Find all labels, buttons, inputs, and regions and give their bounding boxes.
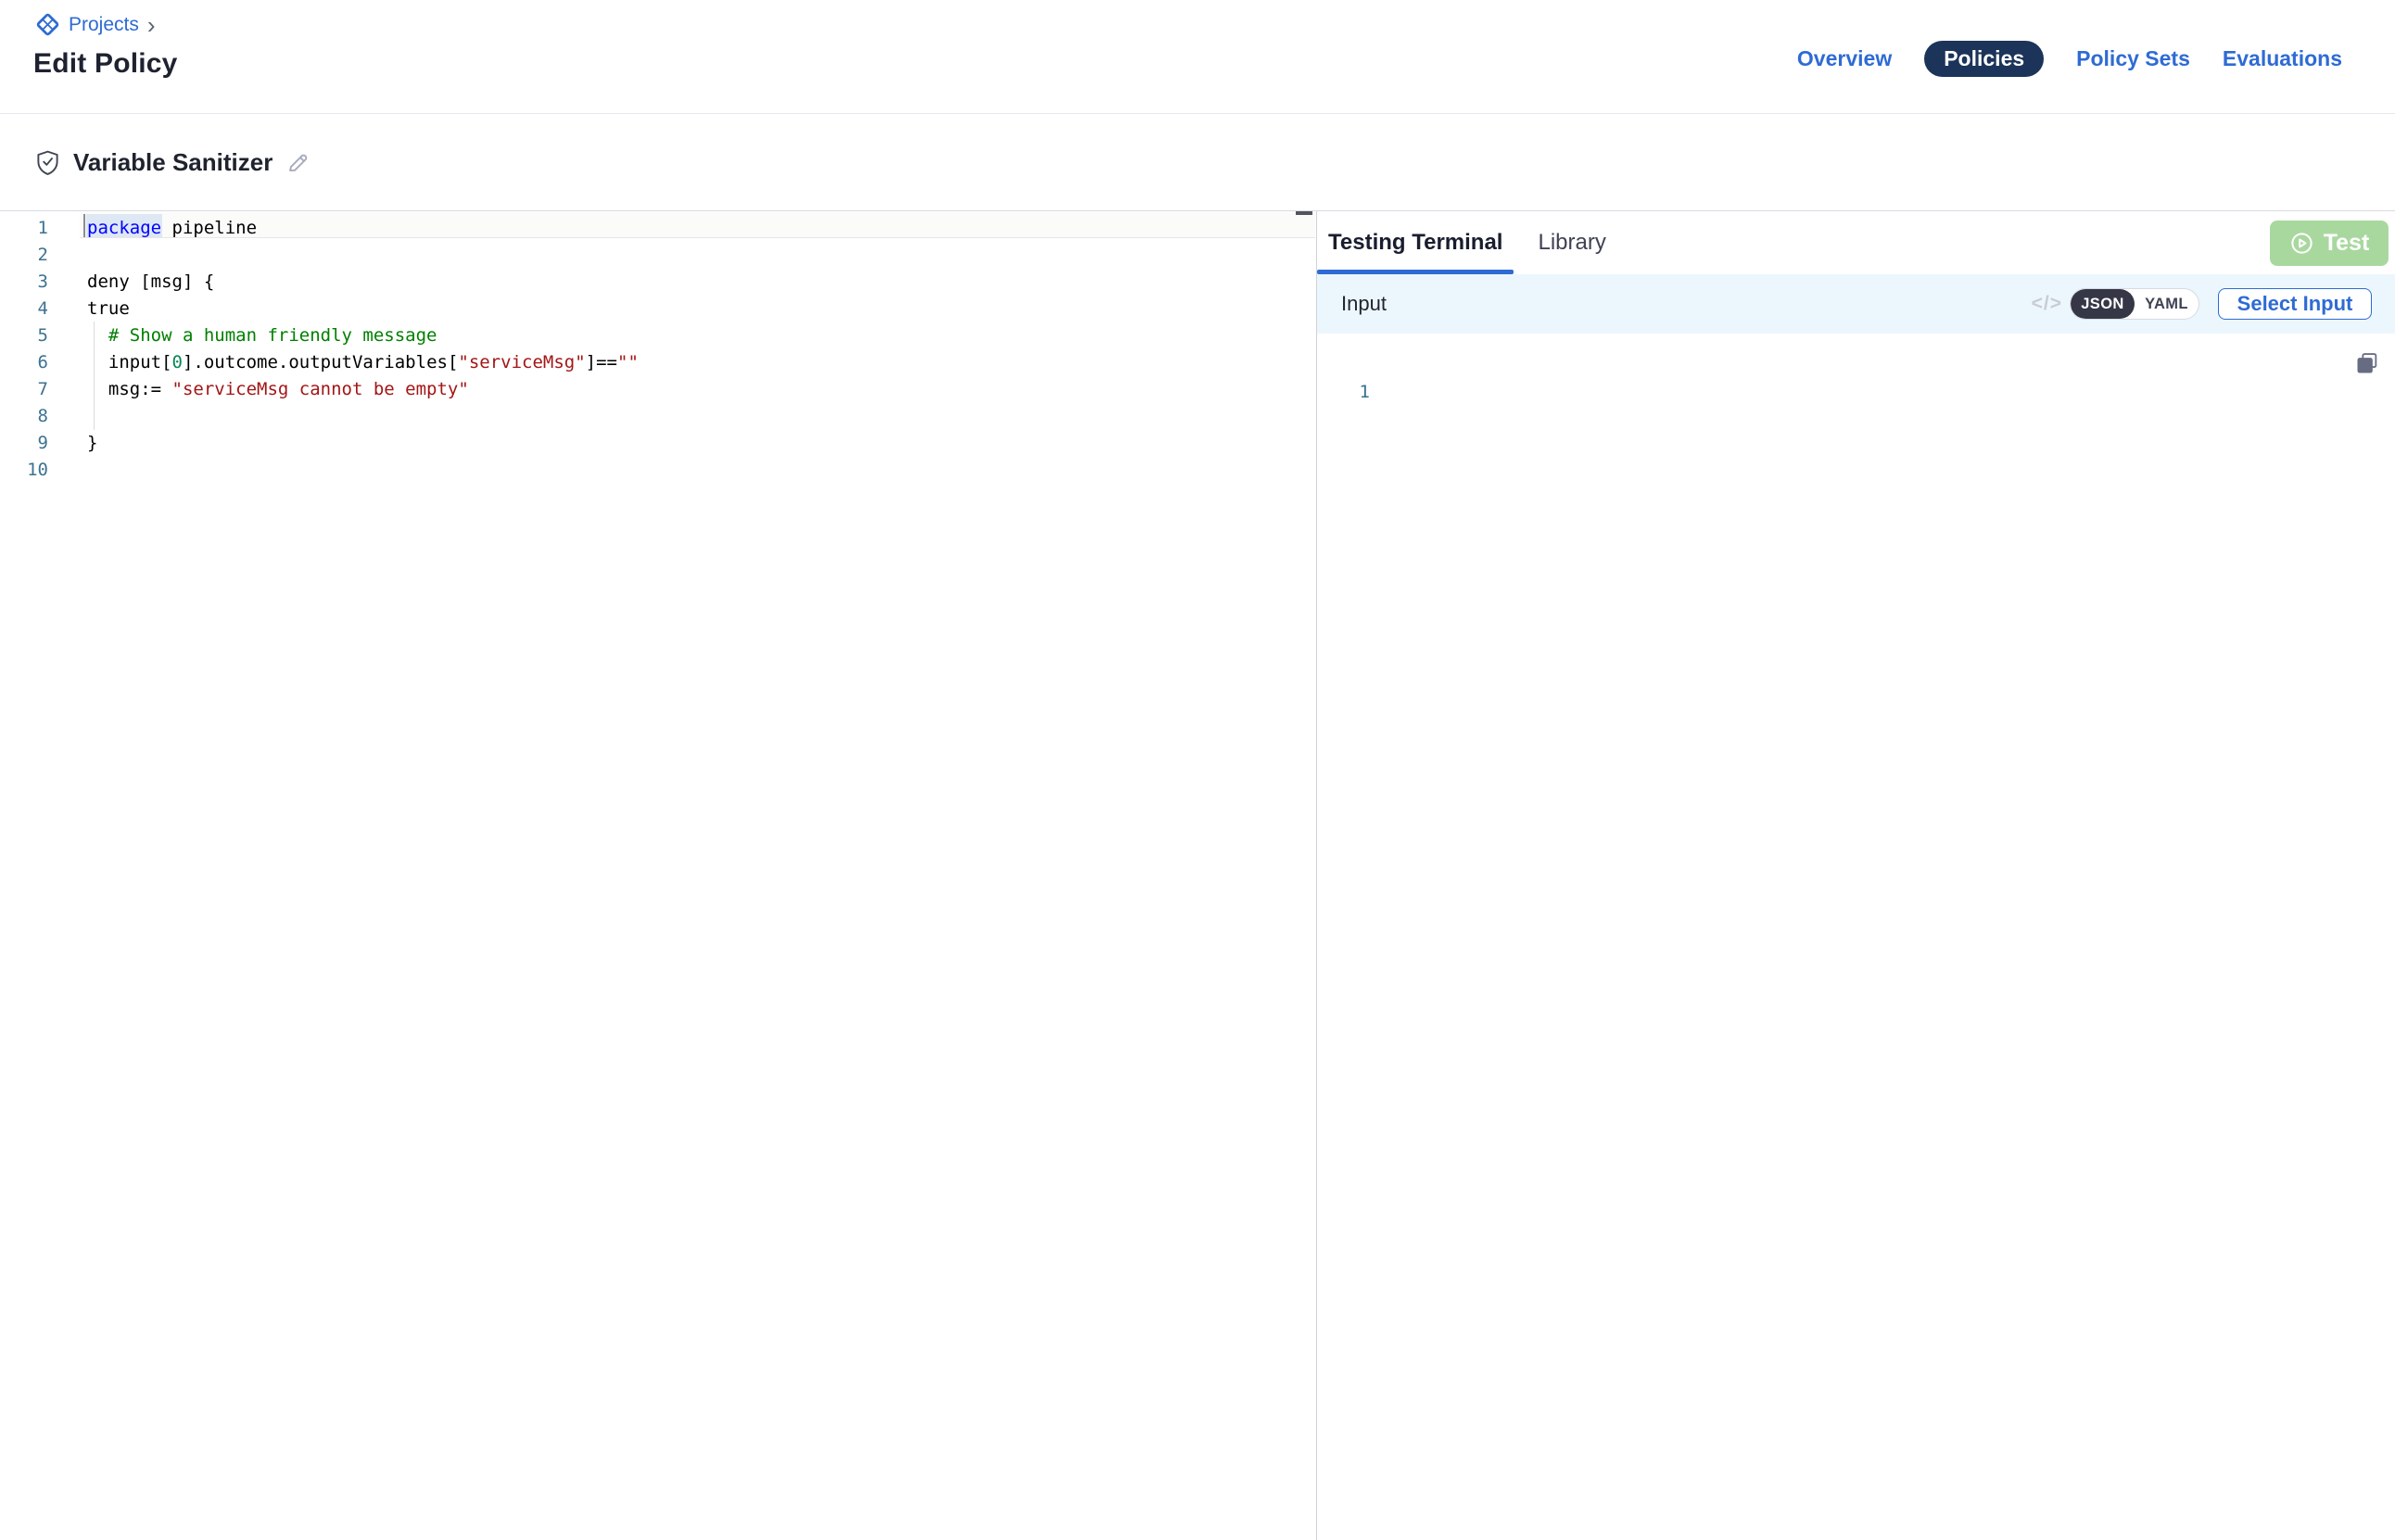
nav-tabs: Overview Policies Policy Sets Evaluation… <box>1797 41 2342 77</box>
line-number: 7 <box>0 376 48 403</box>
page-title: Edit Policy <box>33 48 178 80</box>
line-number: 1 <box>0 215 48 242</box>
line-number: 2 <box>0 242 48 269</box>
shield-check-icon <box>35 149 60 177</box>
format-toggle[interactable]: JSON YAML <box>2070 288 2199 320</box>
app-header: Projects › Edit Policy Overview Policies… <box>0 0 2395 114</box>
policy-title-group: Variable Sanitizer <box>35 114 310 211</box>
line-number: 4 <box>0 296 48 322</box>
code-line[interactable]: # Show a human friendly message <box>87 322 639 349</box>
tab-evaluations[interactable]: Evaluations <box>2223 46 2342 71</box>
code-gutter: 12345678910 <box>0 215 48 484</box>
code-line[interactable]: msg:= "serviceMsg cannot be empty" <box>87 376 639 403</box>
line-number: 3 <box>0 269 48 296</box>
tab-policies[interactable]: Policies <box>1924 41 2044 77</box>
overview-ruler-mark <box>1296 211 1312 215</box>
line-number: 5 <box>0 322 48 349</box>
copy-icon[interactable] <box>2354 350 2380 376</box>
tab-overview[interactable]: Overview <box>1797 46 1892 71</box>
format-option-yaml[interactable]: YAML <box>2135 289 2199 319</box>
line-number: 10 <box>0 457 48 484</box>
breadcrumb: Projects › <box>35 12 156 37</box>
projects-diamond-icon <box>35 12 60 37</box>
code-line[interactable]: } <box>87 430 639 457</box>
input-header-row: Input </> JSON YAML Select Input <box>1317 274 2395 334</box>
edit-name-pencil-icon[interactable] <box>285 150 310 175</box>
input-editor[interactable]: 1 <box>1317 334 2395 1540</box>
line-number: 9 <box>0 430 48 457</box>
line-number: 6 <box>0 349 48 376</box>
code-line[interactable]: input[0].outcome.outputVariables["servic… <box>87 349 639 376</box>
testing-panel: Testing Terminal Library Test Input </> … <box>1317 211 2395 1540</box>
tab-library[interactable]: Library <box>1527 211 1616 274</box>
code-line[interactable]: package pipeline <box>87 215 639 242</box>
code-line[interactable]: true <box>87 296 639 322</box>
terminal-tabbar: Testing Terminal Library <box>1317 211 2395 274</box>
policy-code-editor[interactable]: 12345678910 package pipeline deny [msg] {… <box>0 211 1316 1540</box>
policy-name: Variable Sanitizer <box>73 148 272 177</box>
code-lines[interactable]: package pipeline deny [msg] {true # Show … <box>87 215 639 484</box>
test-button[interactable]: Test <box>2270 221 2389 266</box>
policy-toolbar: Variable Sanitizer Save Discard <box>0 114 2395 211</box>
format-option-json[interactable]: JSON <box>2071 289 2135 319</box>
code-line[interactable] <box>87 457 639 484</box>
line-number: 8 <box>0 403 48 430</box>
code-line[interactable] <box>87 403 639 430</box>
input-line-number: 1 <box>1317 379 1370 406</box>
select-input-button[interactable]: Select Input <box>2218 288 2372 320</box>
code-line[interactable]: deny [msg] { <box>87 269 639 296</box>
code-line[interactable] <box>87 242 639 269</box>
breadcrumb-chevron-icon: › <box>147 16 156 34</box>
breadcrumb-projects-link[interactable]: Projects <box>69 14 139 36</box>
code-brackets-icon: </> <box>2032 293 2062 315</box>
tab-testing-terminal[interactable]: Testing Terminal <box>1317 211 1514 274</box>
play-circle-icon <box>2289 231 2314 256</box>
test-button-label: Test <box>2324 230 2370 257</box>
input-label: Input <box>1341 292 1387 316</box>
text-cursor <box>83 214 85 237</box>
tab-policy-sets[interactable]: Policy Sets <box>2076 46 2190 71</box>
